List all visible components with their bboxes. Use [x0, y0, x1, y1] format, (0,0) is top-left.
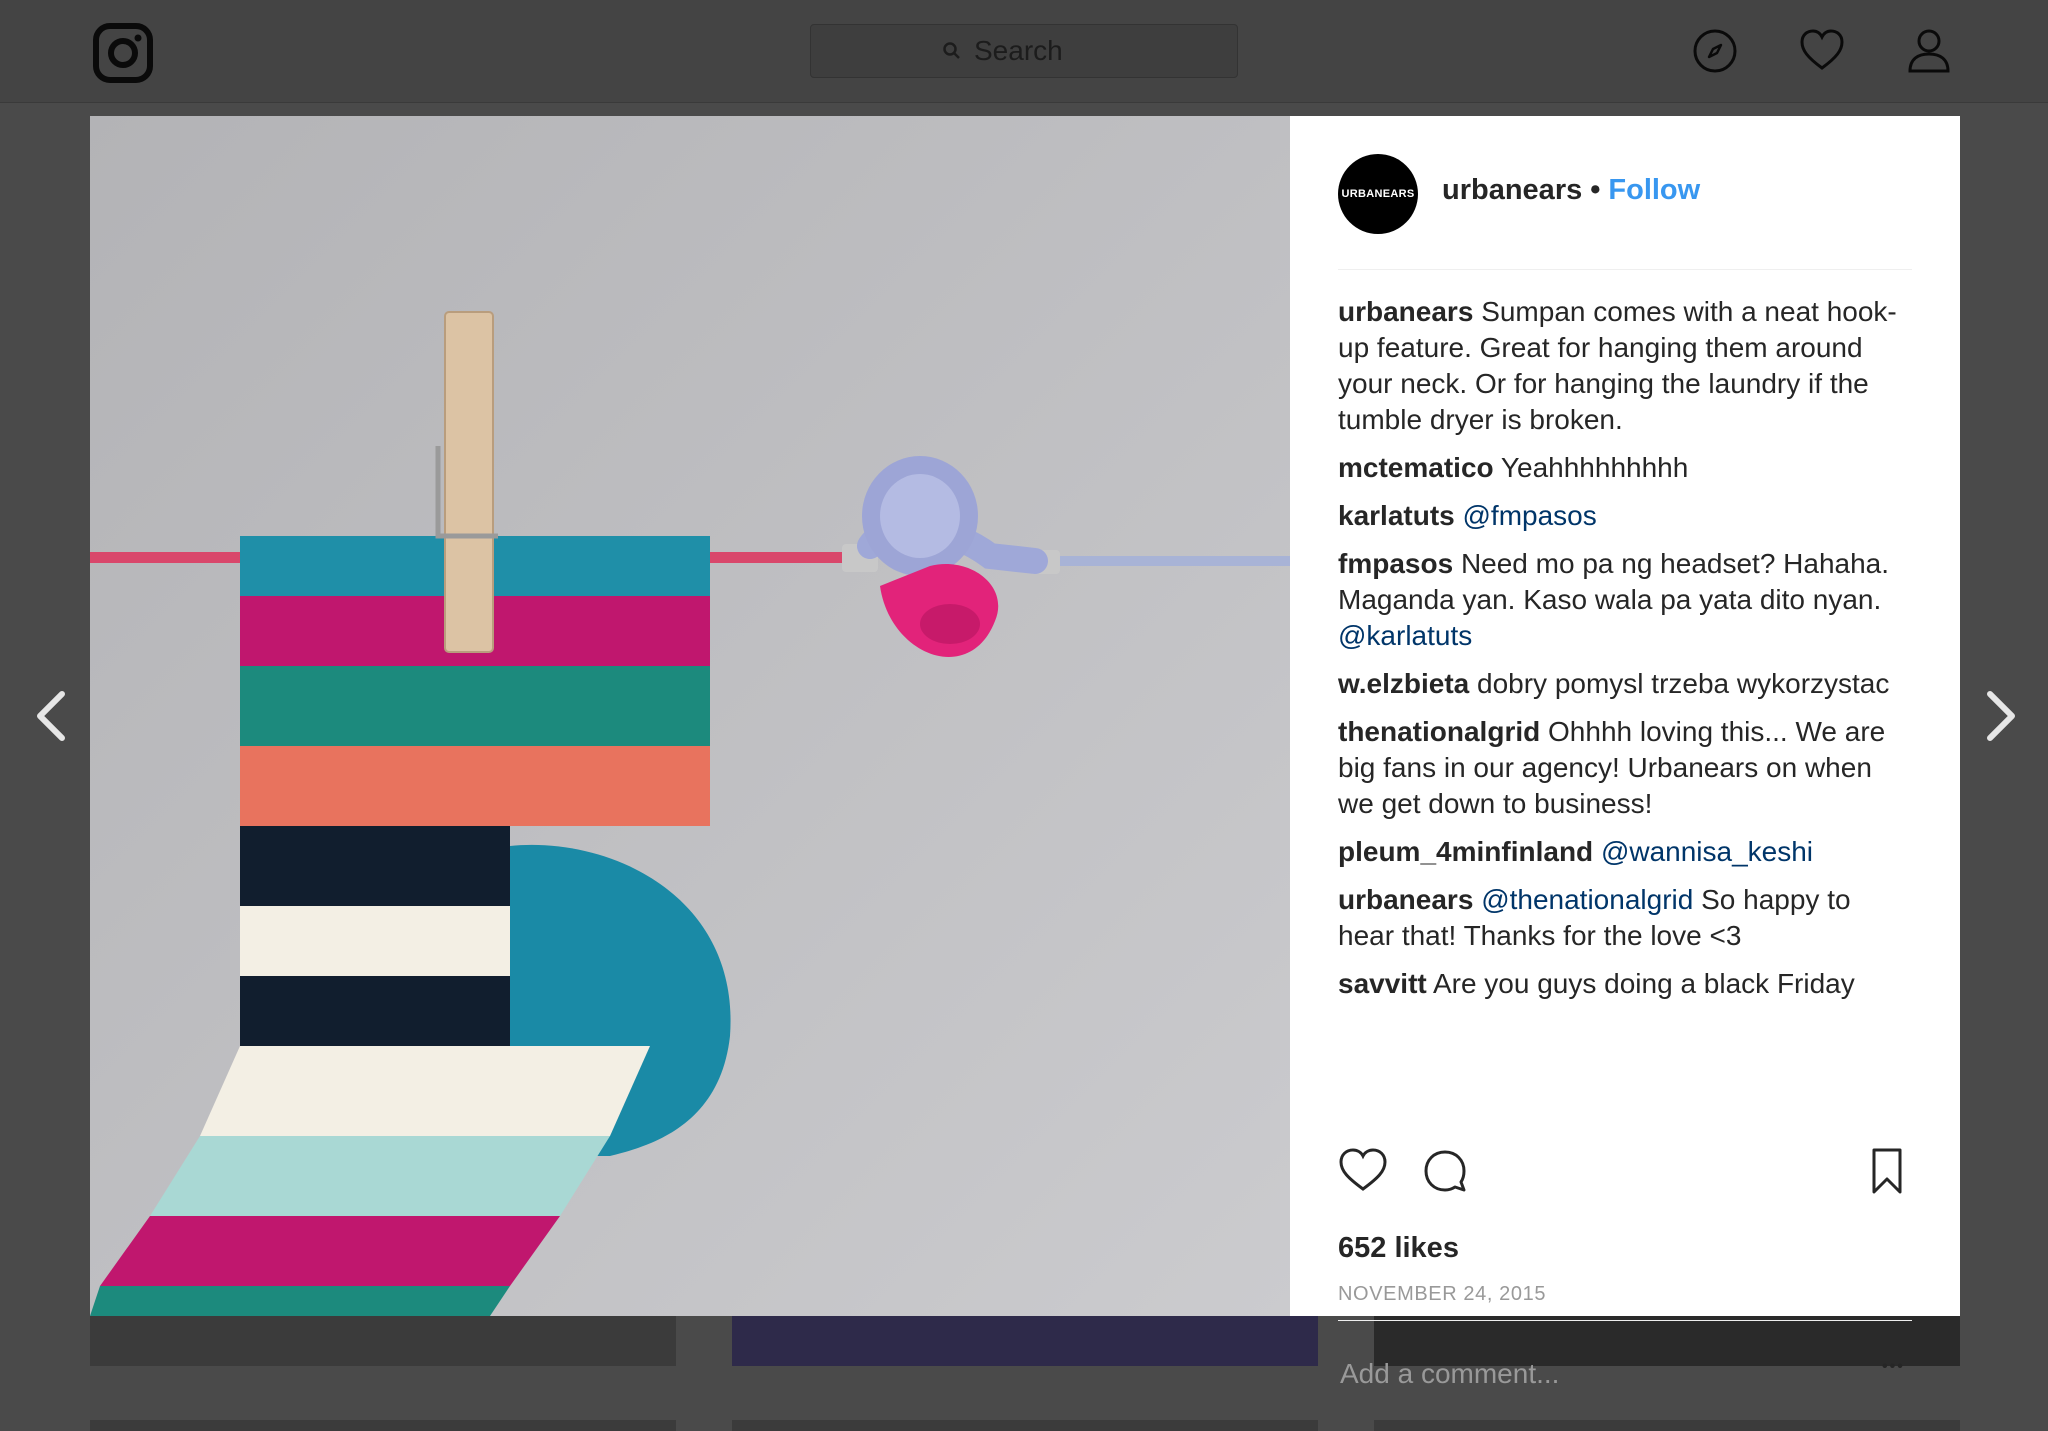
comment-username[interactable]: urbanears [1338, 296, 1473, 327]
post-actions [1338, 1146, 1912, 1206]
comment-username[interactable]: pleum_4minfinland [1338, 836, 1593, 867]
background-post-tile [90, 1420, 676, 1431]
comment-mention[interactable]: @thenationalgrid [1481, 884, 1693, 915]
background-post-tile [732, 1420, 1318, 1431]
comment-username[interactable]: w.elzbieta [1338, 668, 1469, 699]
heart-icon[interactable] [1797, 26, 1847, 76]
likes-count[interactable]: 652 likes [1338, 1232, 1459, 1265]
post-side-panel: URBANEARS urbanears • Follow urbanears S… [1290, 116, 1960, 1398]
search-box[interactable] [810, 24, 1238, 78]
comment-bubble-icon[interactable] [1420, 1146, 1470, 1196]
comment-username[interactable]: mctematico [1338, 452, 1494, 483]
divider [1338, 1320, 1912, 1321]
follow-button[interactable]: Follow [1608, 174, 1700, 207]
comment-item: mctematico Yeahhhhhhhhh [1338, 450, 1912, 486]
search-input[interactable] [972, 34, 1106, 68]
post-photo-illustration [90, 116, 1290, 1316]
comment-username[interactable]: thenationalgrid [1338, 716, 1540, 747]
comments-list[interactable]: urbanears Sumpan comes with a neat hook-… [1338, 294, 1912, 1146]
comment-item: thenationalgrid Ohhhh loving this... We … [1338, 714, 1912, 822]
previous-arrow-icon[interactable] [32, 686, 72, 746]
post-header-text: urbanears • Follow [1442, 174, 1700, 207]
post-modal: URBANEARS urbanears • Follow urbanears S… [90, 116, 1960, 1398]
comment-username[interactable]: urbanears [1338, 884, 1473, 915]
comment-mention[interactable]: @wannisa_keshi [1601, 836, 1813, 867]
search-icon [943, 42, 960, 59]
comment-item: pleum_4minfinland @wannisa_keshi [1338, 834, 1912, 870]
comment-text: dobry pomysl trzeba wykorzystac [1477, 668, 1890, 699]
comment-text: Are you guys doing a black Friday [1432, 968, 1855, 999]
bookmark-icon[interactable] [1862, 1146, 1912, 1196]
top-navigation-bar [0, 0, 2048, 103]
compass-icon[interactable] [1690, 26, 1740, 76]
comment-mention[interactable]: @karlatuts [1338, 620, 1472, 651]
comment-item: urbanears Sumpan comes with a neat hook-… [1338, 294, 1912, 438]
avatar[interactable]: URBANEARS [1338, 154, 1418, 234]
comment-item: w.elzbieta dobry pomysl trzeba wykorzyst… [1338, 666, 1912, 702]
like-heart-icon[interactable] [1338, 1146, 1388, 1196]
comment-item: urbanears @thenationalgrid So happy to h… [1338, 882, 1912, 954]
comment-item: fmpasos Need mo pa ng headset? Hahaha. M… [1338, 546, 1912, 654]
comment-item: karlatuts @fmpasos [1338, 498, 1912, 534]
comment-text: Yeahhhhhhhhh [1500, 452, 1689, 483]
separator-dot: • [1590, 174, 1601, 206]
post-photo [90, 116, 1290, 1316]
next-arrow-icon[interactable] [1980, 686, 2020, 746]
post-date: NOVEMBER 24, 2015 [1338, 1283, 1547, 1305]
background-post-tile [1374, 1420, 1960, 1431]
comment-username[interactable]: savvitt [1338, 968, 1427, 999]
comment-mention[interactable]: @fmpasos [1463, 500, 1597, 531]
post-header: URBANEARS urbanears • Follow [1338, 154, 1912, 270]
instagram-logo-icon[interactable] [92, 22, 154, 84]
post-username[interactable]: urbanears [1442, 174, 1582, 207]
comment-username[interactable]: fmpasos [1338, 548, 1453, 579]
comment-item: savvitt Are you guys doing a black Frida… [1338, 966, 1912, 1002]
comment-username[interactable]: karlatuts [1338, 500, 1455, 531]
profile-icon[interactable] [1904, 26, 1954, 76]
more-options-icon[interactable]: ••• [1882, 1358, 1905, 1376]
background-post-tile [732, 1316, 1318, 1366]
add-comment-input[interactable] [1338, 1350, 1842, 1398]
background-post-tile [90, 1316, 676, 1366]
